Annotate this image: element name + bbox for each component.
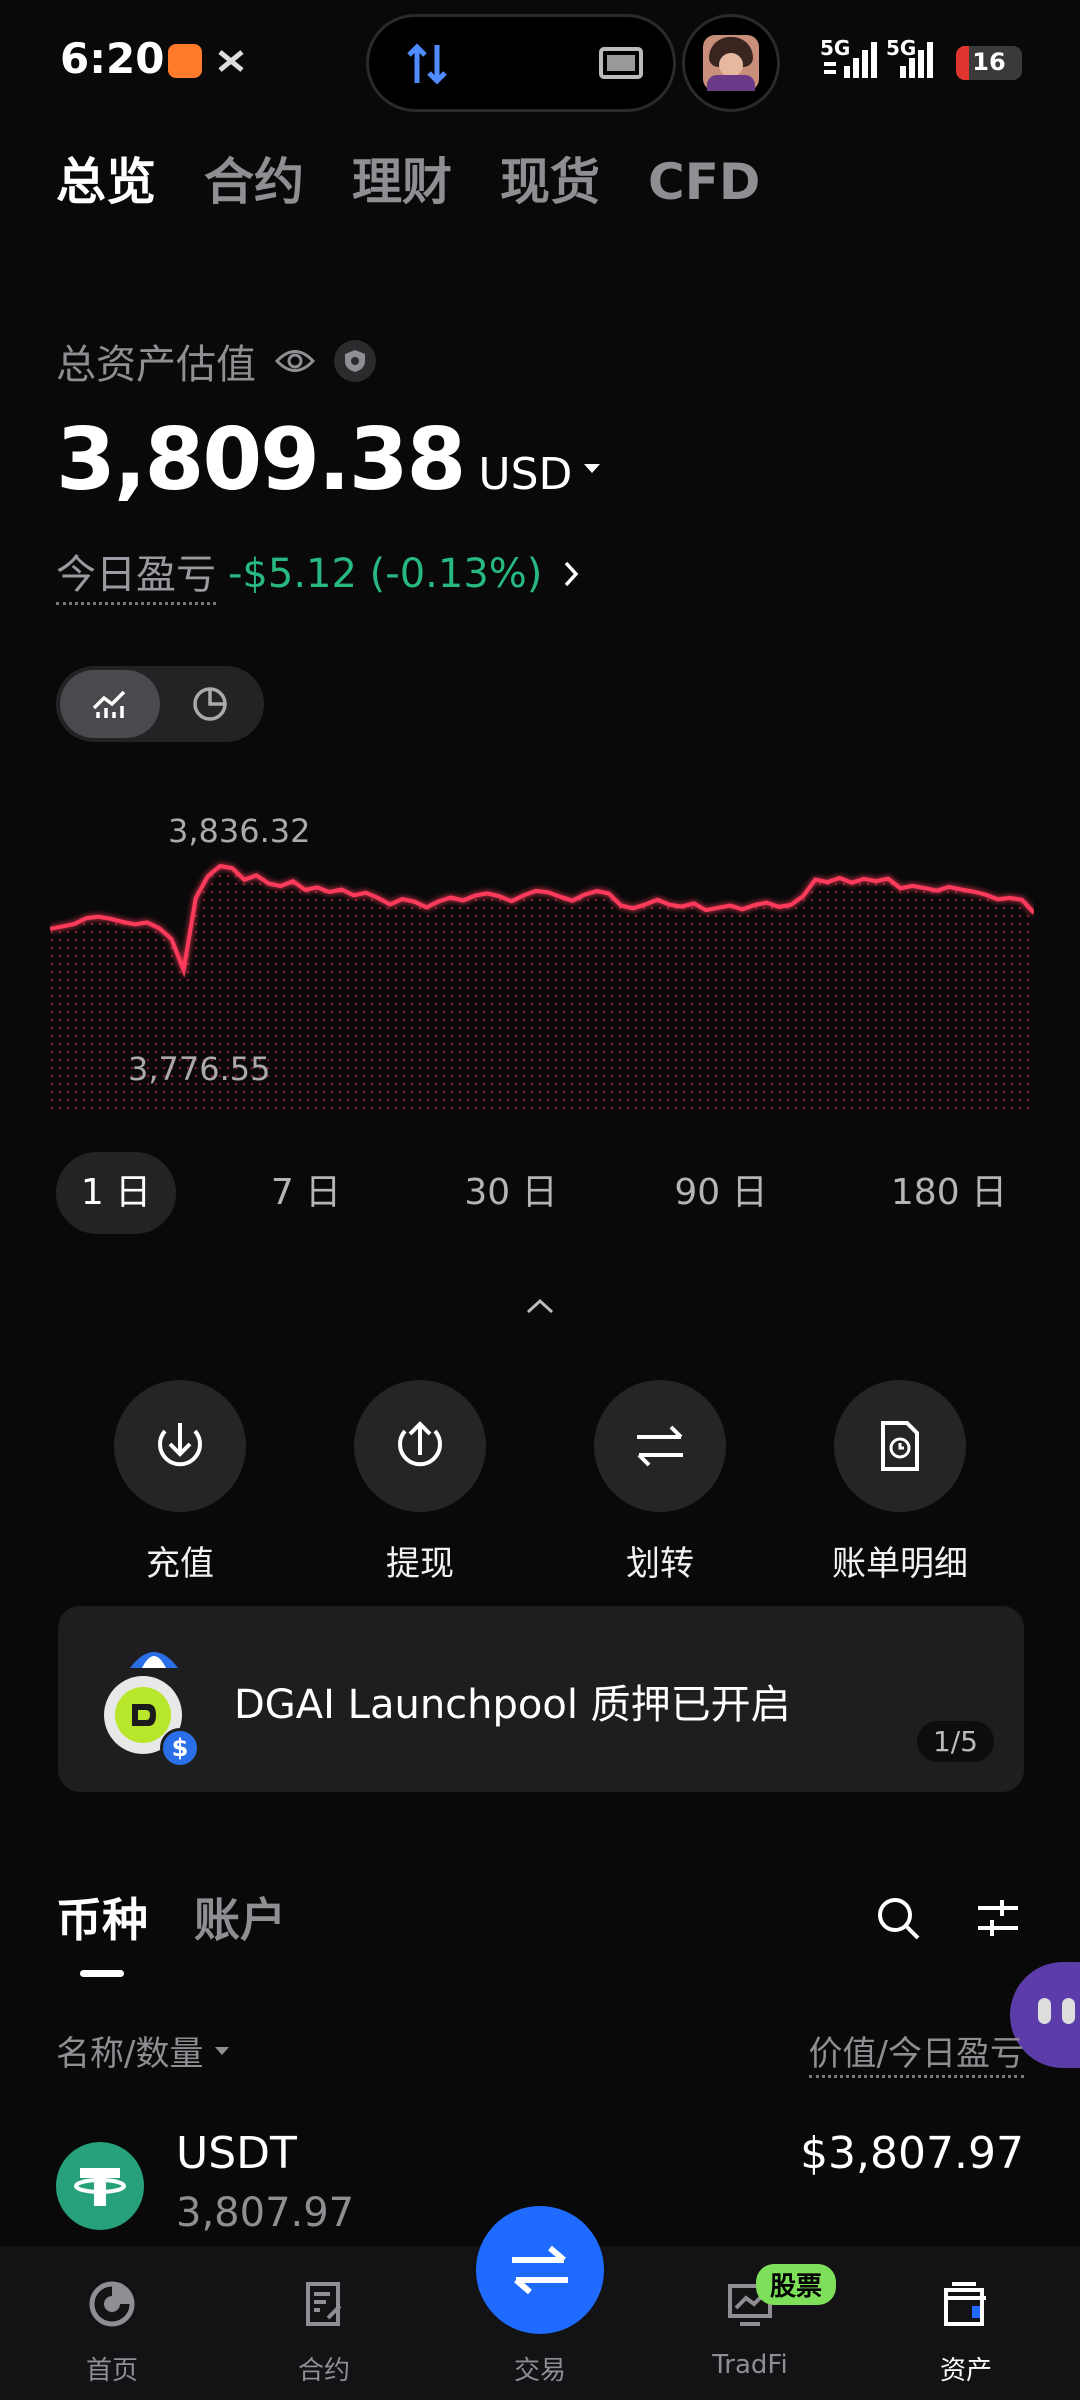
range-180d[interactable]: 180 日	[874, 1152, 1024, 1234]
bill-detail-label: 账单明细	[832, 1544, 968, 1584]
pie-chart-view-button[interactable]	[160, 670, 260, 738]
nav-trade-label: 交易	[513, 2356, 566, 2386]
wallet-icon	[944, 2282, 986, 2326]
sort-caret-icon	[215, 2046, 230, 2055]
chart-view-toggle	[56, 666, 264, 742]
total-assets-label-row: 总资产估值	[56, 332, 376, 390]
search-icon[interactable]	[874, 1894, 922, 1942]
total-assets: 3,809.38 USD	[56, 410, 601, 510]
trade-icon	[512, 2245, 568, 2295]
bill-icon	[881, 1421, 919, 1471]
range-7d[interactable]: 7 日	[246, 1152, 366, 1234]
asset-value: $3,807.97	[800, 2128, 1024, 2179]
tab-cfd[interactable]: CFD	[648, 150, 760, 214]
bill-detail-button[interactable]: 账单明细	[800, 1380, 1000, 1585]
nav-contract[interactable]: 合约	[224, 2246, 424, 2400]
tab-spot[interactable]: 现货	[500, 150, 600, 214]
pie-chart-icon	[193, 687, 227, 721]
video-app-icon	[168, 44, 202, 78]
contract-icon	[306, 2282, 342, 2326]
umbrella-icon	[130, 1652, 178, 1668]
dynamic-island[interactable]	[366, 14, 676, 112]
sort-by-name[interactable]: 名称/数量	[56, 2026, 230, 2075]
transfer-label: 划转	[626, 1544, 694, 1584]
banner-title: DGAI Launchpool 质押已开启	[234, 1682, 791, 1728]
withdraw-label: 提现	[386, 1544, 454, 1584]
total-assets-label: 总资产估值	[56, 342, 256, 388]
transfer-icon	[637, 1425, 683, 1467]
tab-coins[interactable]: 币种	[56, 1884, 148, 1950]
banner-pager: 1/5	[916, 1721, 994, 1762]
dollar-badge-icon: $	[160, 1728, 200, 1768]
withdraw-button[interactable]: 提现	[320, 1380, 520, 1585]
today-pnl-value: -$5.12 (-0.13%)	[228, 550, 543, 597]
eye-icon[interactable]	[274, 346, 316, 376]
deposit-icon	[158, 1423, 202, 1467]
usdt-icon	[56, 2142, 144, 2230]
battery-indicator: 16	[956, 46, 1022, 80]
deposit-button[interactable]: 充值	[80, 1380, 280, 1585]
deposit-label: 充值	[146, 1544, 214, 1584]
nav-contract-label: 合约	[297, 2356, 350, 2386]
currency-selector[interactable]: USD	[478, 449, 572, 500]
list-header-right[interactable]: 价值/今日盈亏	[808, 2026, 1024, 2078]
nav-tradfi-label: TradFi	[712, 2350, 788, 2380]
range-1d[interactable]: 1 日	[56, 1152, 176, 1234]
asset-amount: 3,807.97	[176, 2190, 355, 2236]
status-bar: 6:20 5G 5G 16	[0, 0, 1080, 120]
tab-earn[interactable]: 理财	[352, 150, 452, 214]
home-icon	[89, 2281, 135, 2327]
nav-assets[interactable]: 资产	[866, 2246, 1066, 2400]
avatar[interactable]	[682, 14, 780, 112]
caret-down-icon[interactable]	[584, 464, 601, 473]
nav-home[interactable]: 首页	[12, 2246, 212, 2400]
range-90d[interactable]: 90 日	[656, 1152, 786, 1234]
range-30d[interactable]: 30 日	[446, 1152, 576, 1234]
asset-name: USDT	[176, 2128, 297, 2179]
filter-icon[interactable]	[974, 1894, 1022, 1942]
signal-5g-2: 5G	[886, 36, 950, 82]
withdraw-icon	[398, 1421, 442, 1467]
line-chart-view-button[interactable]	[60, 670, 160, 738]
status-time: 6:20	[60, 34, 165, 83]
chart-low-label: 3,776.55	[128, 1050, 271, 1088]
chart-high-label: 3,836.32	[168, 812, 311, 850]
today-pnl-label: 今日盈亏	[56, 542, 216, 605]
puzzle-app-icon	[214, 44, 248, 78]
signal-5g-1: 5G	[820, 36, 884, 82]
shield-icon[interactable]	[334, 340, 376, 382]
launchpool-logo: $	[94, 1642, 214, 1772]
screen-icon	[599, 47, 643, 79]
transfer-activity-icon	[407, 43, 447, 85]
chevron-right-icon[interactable]	[556, 557, 586, 591]
line-chart-icon	[92, 690, 126, 718]
stock-badge: 股票	[756, 2264, 837, 2305]
today-pnl-row[interactable]: 今日盈亏 -$5.12 (-0.13%)	[56, 542, 586, 605]
tab-contract[interactable]: 合约	[204, 150, 304, 214]
promo-banner[interactable]: $ DGAI Launchpool 质押已开启 1/5	[58, 1606, 1024, 1792]
tab-indicator	[80, 1970, 124, 1977]
tab-accounts[interactable]: 账户	[194, 1884, 286, 1950]
nav-assets-label: 资产	[939, 2356, 992, 2386]
transfer-button[interactable]: 划转	[560, 1380, 760, 1585]
list-header-left: 名称/数量	[56, 2034, 204, 2074]
asset-tabs: 币种 账户	[56, 1884, 286, 1950]
total-assets-value: 3,809.38	[56, 410, 466, 510]
nav-home-label: 首页	[85, 2356, 138, 2386]
trade-button[interactable]	[476, 2206, 604, 2334]
chevron-up-icon[interactable]	[524, 1296, 556, 1316]
time-range-selector: 1 日 7 日 30 日 90 日 180 日	[56, 1152, 1024, 1234]
top-tabs: 总览 合约 理财 现货 CFD	[56, 150, 760, 214]
tab-overview[interactable]: 总览	[56, 150, 156, 214]
